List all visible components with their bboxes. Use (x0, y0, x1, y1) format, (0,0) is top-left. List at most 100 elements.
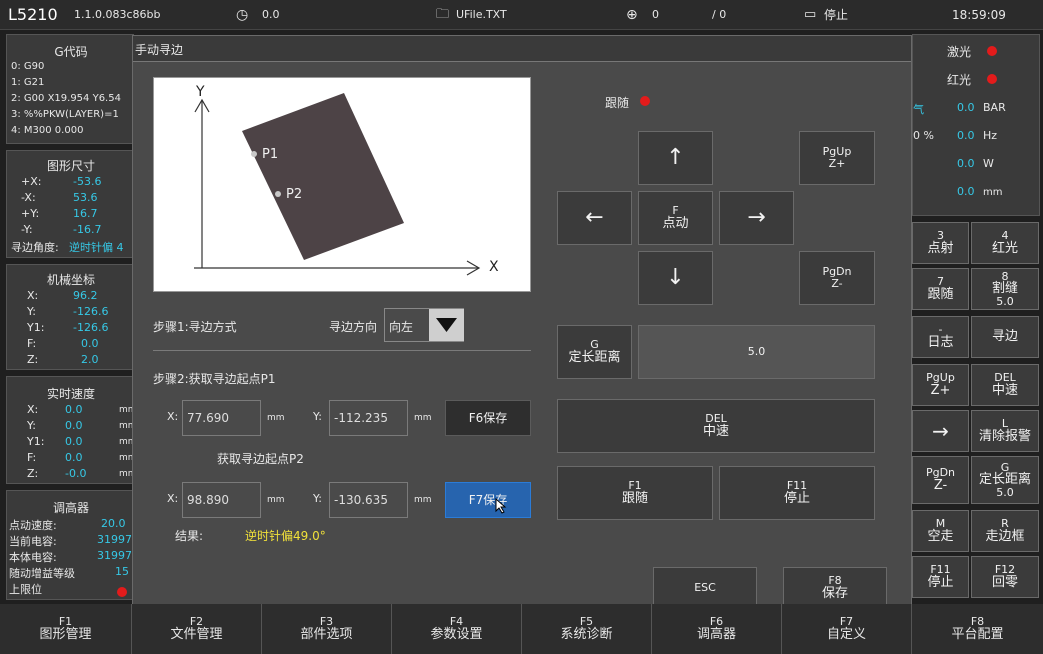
p2-x-unit: mm (267, 495, 285, 505)
platform-config-button[interactable]: F8 平台配置 (912, 604, 1043, 654)
graphics-manage-button[interactable]: F1 图形管理 (0, 604, 132, 654)
gcode-line: 0: G90 (11, 61, 45, 72)
f7-save-button[interactable]: F7保存 (445, 482, 531, 518)
p2-y-field[interactable]: -130.635 (329, 482, 408, 518)
follow-status-label: 跟随 (605, 96, 630, 110)
jog-down-button[interactable]: ↓ (638, 251, 713, 305)
status-unit: W (983, 157, 994, 170)
field-value: 5.0 (747, 345, 766, 359)
follow-button[interactable]: 7 跟随 (912, 268, 969, 310)
button-label: 自定义 (826, 626, 866, 642)
button-label: 系统诊断 (560, 626, 613, 642)
p1-y-field[interactable]: -112.235 (329, 400, 408, 436)
jog-right-dialog-button[interactable]: → (719, 191, 794, 245)
shape-label: -X: (21, 191, 36, 204)
button-label: 点射 (927, 240, 954, 256)
arrow-left-icon: ← (585, 205, 604, 231)
jog-left-button[interactable]: ← (557, 191, 632, 245)
spot-shot-button[interactable]: 3 点射 (912, 222, 969, 264)
status-prefix: 0 % (913, 129, 934, 142)
trace-frame-button[interactable]: R 走边框 (971, 510, 1039, 552)
button-label: Z- (831, 277, 843, 290)
button-label: ESC (694, 581, 716, 595)
part-options-button[interactable]: F3 部件选项 (262, 604, 392, 654)
esc-button[interactable]: ESC (653, 567, 757, 609)
p1-x-field[interactable]: 77.690 (182, 400, 261, 436)
log-button[interactable]: - 日志 (912, 316, 969, 358)
step1-label: 步骤1:寻边方式 (153, 320, 237, 334)
p1-marker (251, 151, 257, 157)
diagram-svg (194, 93, 481, 276)
hc-value: 31997 (97, 533, 132, 546)
p1-x-unit: mm (267, 413, 285, 423)
param-settings-button[interactable]: F4 参数设置 (392, 604, 522, 654)
stop-button[interactable]: F11 停止 (912, 556, 969, 598)
button-label: 图形管理 (39, 626, 92, 642)
section-divider (153, 350, 531, 351)
result-value: 逆时针偏49.0° (245, 529, 326, 543)
file-manage-button[interactable]: F2 文件管理 (132, 604, 262, 654)
stop-dialog-button[interactable]: F11 停止 (719, 466, 875, 520)
button-value: 5.0 (996, 485, 1014, 499)
arrow-up-icon: ↑ (666, 145, 685, 171)
status-value: 0.0 (957, 129, 975, 142)
button-label: 平台配置 (951, 626, 1004, 642)
edge-find-button[interactable]: 寻边 (971, 316, 1039, 358)
pgdn-z-down-button[interactable]: PgDn Z- (799, 251, 875, 305)
button-label: 停止 (783, 490, 810, 506)
p2-y-label: Y: (313, 492, 322, 505)
shape-label: +X: (21, 175, 42, 188)
f6-save-button[interactable]: F6保存 (445, 400, 531, 436)
red-light-button[interactable]: 4 红光 (971, 222, 1039, 264)
fixed-length-dialog-button[interactable]: G 定长距离 (557, 325, 632, 379)
speed-label: Z: (27, 467, 39, 480)
follow-indicator (640, 96, 650, 106)
medium-speed-button[interactable]: DEL 中速 (971, 364, 1039, 406)
jog-mode-button[interactable]: F 点动 (638, 191, 713, 245)
monitor-icon: ▭ (804, 7, 817, 22)
f8-save-button[interactable]: F8 保存 (783, 567, 887, 609)
kerf-button[interactable]: 8 割缝 5.0 (971, 268, 1039, 310)
follow-dialog-button[interactable]: F1 跟随 (557, 466, 713, 520)
workpiece-shape (242, 93, 404, 260)
z-up-button[interactable]: PgUp Z+ (912, 364, 969, 406)
pgup-z-up-button[interactable]: PgUp Z+ (799, 131, 875, 185)
edge-angle-label: 寻边角度: (11, 241, 59, 254)
manual-edge-find-dialog: 手动寻边 Y X P1 P2 步骤1:寻边方式 寻边方向 向左 步骤2:获取寻边… (132, 35, 912, 620)
step2-label: 步骤2:获取寻边起点P1 (153, 372, 276, 386)
redlight-label: 红光 (947, 73, 972, 87)
gcode-panel: G代码 0: G90 1: G21 2: G00 X19.954 Y6.54 3… (6, 34, 134, 144)
custom-button[interactable]: F7 自定义 (782, 604, 912, 654)
jog-up-button[interactable]: ↑ (638, 131, 713, 185)
gcode-line: 1: G21 (11, 77, 45, 88)
gcode-line: 2: G00 X19.954 Y6.54 (11, 93, 121, 104)
medium-speed-dialog-button[interactable]: DEL 中速 (557, 399, 875, 453)
chevron-down-icon[interactable] (429, 309, 464, 341)
p2-label: P2 (286, 187, 303, 202)
button-label: 参数设置 (430, 626, 483, 642)
hc-label: 本体电容: (9, 551, 57, 564)
system-diagnose-button[interactable]: F5 系统诊断 (522, 604, 652, 654)
z-down-button[interactable]: PgDn Z- (912, 456, 969, 504)
fixed-length-button[interactable]: G 定长距离 5.0 (971, 456, 1039, 504)
p1-label: P1 (262, 147, 279, 162)
coord-value: 2.0 (81, 353, 99, 366)
direction-select[interactable]: 向左 (384, 308, 464, 342)
p2-x-field[interactable]: 98.890 (182, 482, 261, 518)
shape-value: -16.7 (73, 223, 102, 236)
home-button[interactable]: F12 回零 (971, 556, 1039, 598)
edge-find-diagram: Y X P1 P2 (153, 77, 531, 292)
jog-right-button[interactable]: → (912, 410, 969, 452)
shape-value: 53.6 (73, 191, 98, 204)
height-controller-button[interactable]: F6 调高器 (652, 604, 782, 654)
status-unit: BAR (983, 101, 1006, 114)
status-value: 0.0 (957, 185, 975, 198)
fixed-length-value-field[interactable]: 5.0 (638, 325, 875, 379)
clear-alarm-button[interactable]: L 清除报警 (971, 410, 1039, 452)
arrow-right-icon: → (932, 418, 949, 443)
button-label: 调高器 (696, 626, 736, 642)
shape-label: +Y: (21, 207, 40, 220)
dry-run-button[interactable]: M 空走 (912, 510, 969, 552)
timer-value: 0.0 (262, 8, 280, 21)
button-label: 回零 (991, 574, 1018, 590)
